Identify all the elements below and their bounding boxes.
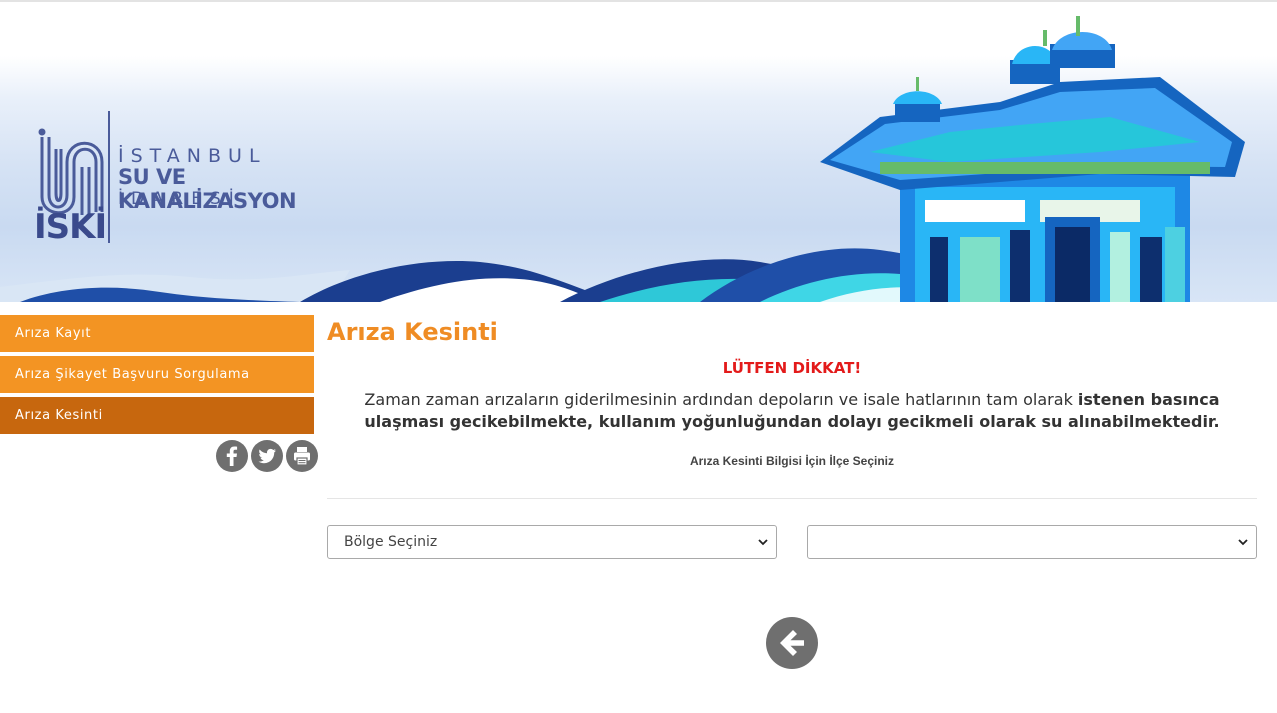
arrow-left-icon <box>780 630 804 656</box>
logo-divider <box>108 111 110 243</box>
select-row: Bölge Seçiniz <box>327 525 1257 559</box>
sidebar-menu: Arıza Kayıt Arıza Şikayet Başvuru Sorgul… <box>0 315 314 438</box>
notice-text: Zaman zaman arızaların giderilmesinin ar… <box>327 389 1257 433</box>
region-select[interactable]: Bölge Seçiniz <box>327 525 777 559</box>
warning-title: LÜTFEN DİKKAT! <box>722 359 862 377</box>
chevron-down-icon <box>1238 539 1248 546</box>
twitter-icon[interactable] <box>251 440 283 472</box>
chevron-down-icon <box>758 539 768 546</box>
sidebar-item-ariza-kesinti[interactable]: Arıza Kesinti <box>0 397 314 434</box>
iski-logo[interactable]: İSTANBUL SU VE KANALİZASYON İDARESİ İSKİ <box>34 107 364 247</box>
print-icon[interactable] <box>286 440 318 472</box>
sidebar-item-ariza-kayit[interactable]: Arıza Kayıt <box>0 315 314 352</box>
logo-line-idaresi: İDARESİ <box>118 189 242 209</box>
district-select[interactable] <box>807 525 1257 559</box>
select-hint: Arıza Kesinti Bilgisi İçin İlçe Seçiniz <box>689 454 895 468</box>
logo-wordmark: İSKİ <box>34 207 107 247</box>
notice-plain: Zaman zaman arızaların giderilmesinin ar… <box>364 390 1078 409</box>
main-content: Arıza Kesinti LÜTFEN DİKKAT! Zaman zaman… <box>327 318 1257 559</box>
sidebar-item-sikayet-sorgulama[interactable]: Arıza Şikayet Başvuru Sorgulama <box>0 356 314 393</box>
header-banner: İSTANBUL SU VE KANALİZASYON İDARESİ İSKİ <box>0 2 1277 302</box>
page-title: Arıza Kesinti <box>327 318 498 346</box>
logo-line-istanbul: İSTANBUL <box>118 145 267 167</box>
content-divider <box>327 498 1257 499</box>
facebook-icon[interactable] <box>216 440 248 472</box>
region-select-value: Bölge Seçiniz <box>344 534 438 550</box>
social-share-bar <box>216 440 318 472</box>
back-button[interactable] <box>766 617 818 669</box>
